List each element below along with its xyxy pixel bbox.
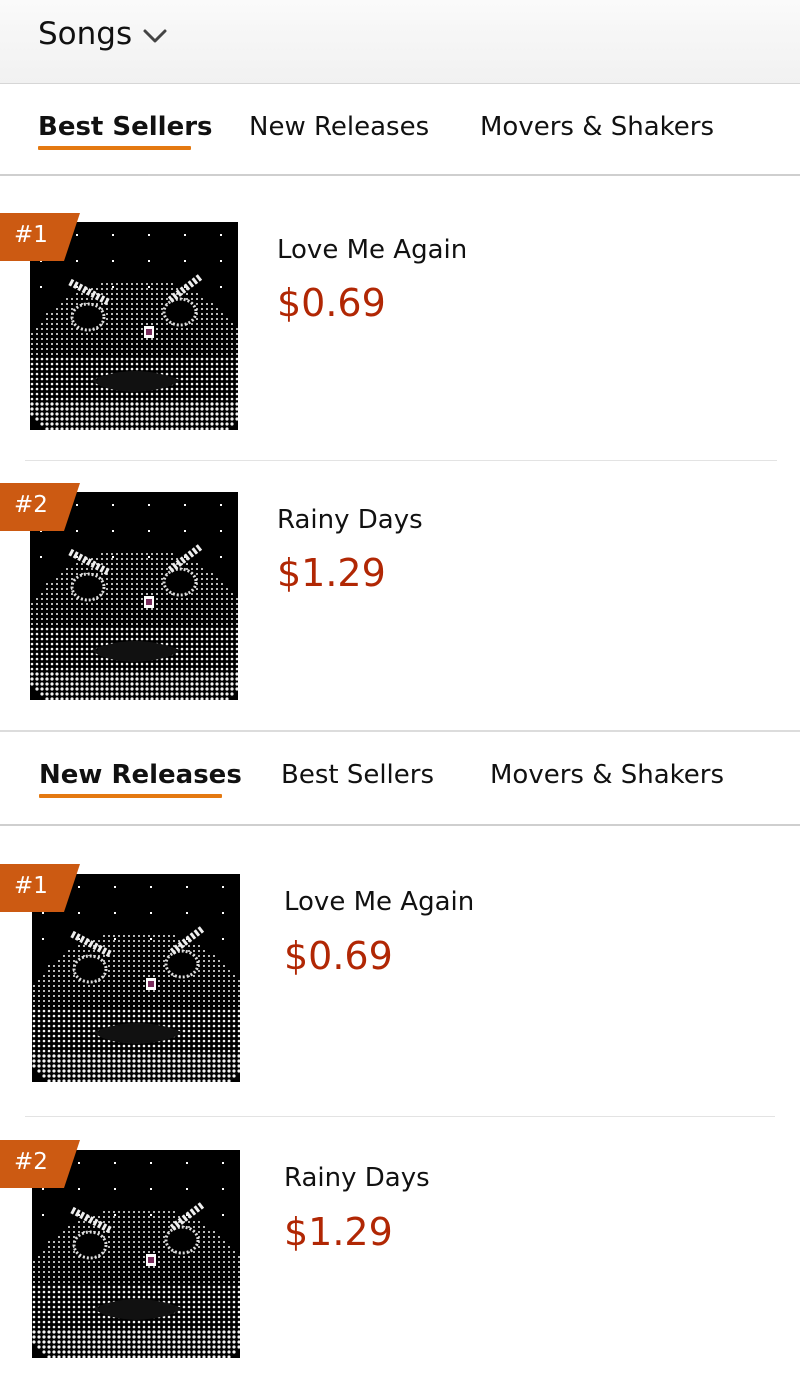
list-item[interactable]: #2 Rainy Days $1.29 xyxy=(0,1102,800,1372)
category-dropdown-label[interactable]: Songs xyxy=(38,16,132,52)
rank-number: #1 xyxy=(14,873,48,899)
tab-new-releases[interactable]: New Releases xyxy=(249,111,429,143)
active-tab-indicator xyxy=(39,794,222,798)
song-title[interactable]: Rainy Days xyxy=(284,1162,430,1194)
tab-new-releases[interactable]: New Releases xyxy=(39,759,242,791)
section-separator xyxy=(0,730,800,732)
song-price: $1.29 xyxy=(284,1210,393,1254)
chart-tabs: Best Sellers New Releases Movers & Shake… xyxy=(0,84,800,176)
song-price: $0.69 xyxy=(284,934,393,978)
song-title[interactable]: Rainy Days xyxy=(277,504,423,536)
rank-badge: #1 xyxy=(0,213,80,261)
song-price: $1.29 xyxy=(277,551,386,595)
song-title[interactable]: Love Me Again xyxy=(284,886,474,918)
rank-badge: #2 xyxy=(0,1140,80,1188)
tab-best-sellers[interactable]: Best Sellers xyxy=(38,111,213,143)
best-sellers-section: Best Sellers New Releases Movers & Shake… xyxy=(0,84,800,732)
list-item[interactable]: #1 Love Me Again $0.69 xyxy=(0,176,800,461)
tab-movers-shakers[interactable]: Movers & Shakers xyxy=(490,759,724,791)
chart-tabs: New Releases Best Sellers Movers & Shake… xyxy=(0,734,800,826)
song-price: $0.69 xyxy=(277,281,386,325)
tab-best-sellers[interactable]: Best Sellers xyxy=(281,759,434,791)
rank-badge: #2 xyxy=(0,483,80,531)
rank-number: #2 xyxy=(14,492,48,518)
rank-number: #1 xyxy=(14,222,48,248)
song-title[interactable]: Love Me Again xyxy=(277,234,467,266)
list-item[interactable]: #1 Love Me Again $0.69 xyxy=(0,826,800,1117)
rank-number: #2 xyxy=(14,1149,48,1175)
new-releases-section: New Releases Best Sellers Movers & Shake… xyxy=(0,734,800,1391)
active-tab-indicator xyxy=(38,146,191,150)
list-item[interactable]: #2 Rainy Days $1.29 xyxy=(0,446,800,716)
tab-movers-shakers[interactable]: Movers & Shakers xyxy=(480,111,714,143)
chevron-down-icon[interactable] xyxy=(141,22,169,50)
rank-badge: #1 xyxy=(0,864,80,912)
top-header: Songs xyxy=(0,0,800,84)
